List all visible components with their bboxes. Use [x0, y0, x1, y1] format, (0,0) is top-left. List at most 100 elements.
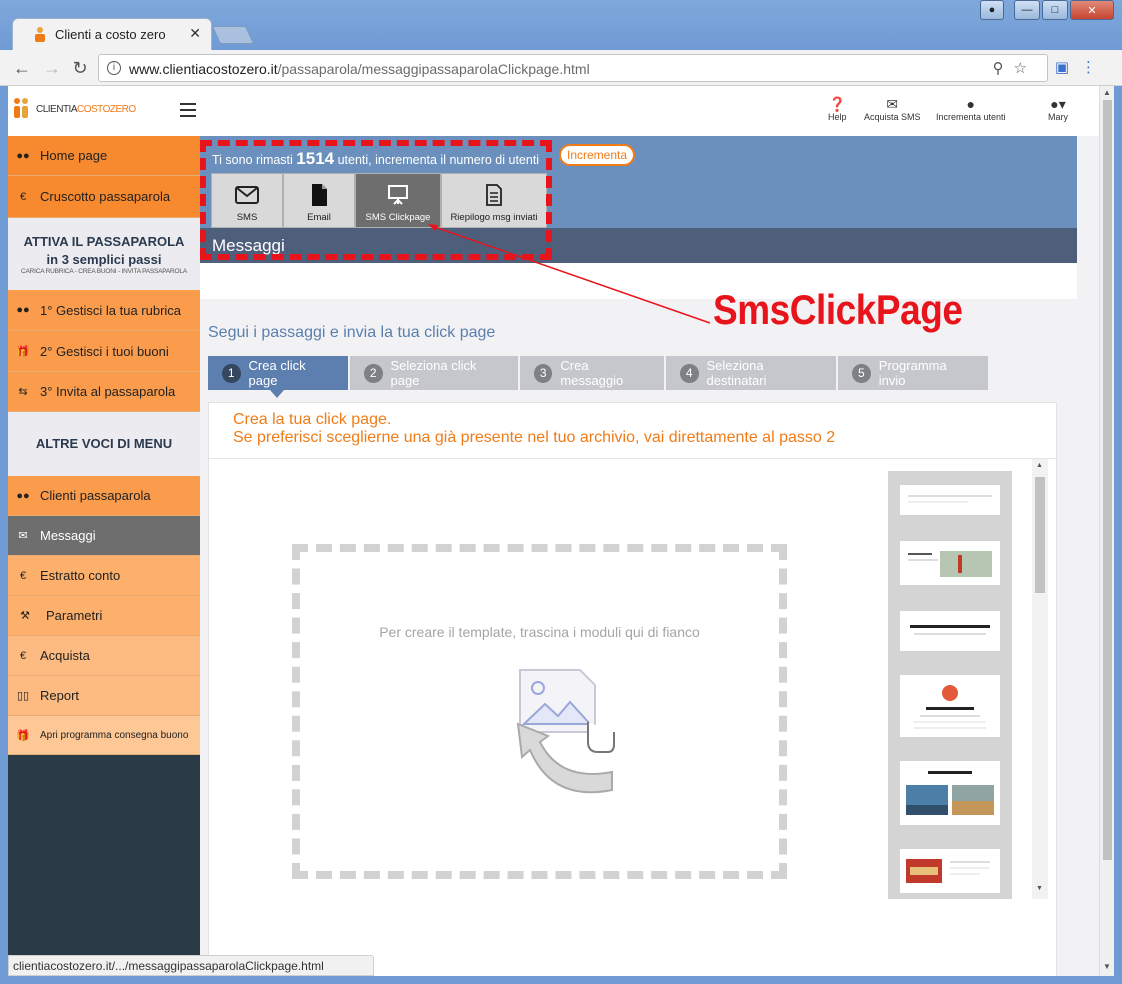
url-text: www.clientiacostozero.it/passaparola/mes…	[129, 61, 590, 77]
attiva-steps: CARICA RUBRICA - CREA BUONI - INVITA PAS…	[21, 268, 187, 275]
step-number: 2	[364, 363, 383, 383]
status-bar-url: clientiacostozero.it/.../messaggipassapa…	[8, 955, 374, 976]
back-icon[interactable]: ←	[12, 58, 32, 78]
info-icon[interactable]: i	[107, 61, 121, 75]
euro-icon: €	[19, 190, 27, 203]
sidebar: ●● Home page € Cruscotto passaparola ATTIV…	[8, 136, 200, 976]
wizard-steps: 1 Crea click page 2 Seleziona click page…	[208, 356, 990, 398]
logo[interactable]: CLIENTIACOSTOZERO	[12, 96, 136, 122]
altre-voci-block: ALTRE VOCI DI MENU	[8, 412, 200, 476]
users-icon: ●●	[16, 149, 30, 162]
maximize-icon[interactable]: □	[1042, 0, 1068, 20]
browser-titlebar: Clienti a costo zero ✕ ● — □ ✕	[0, 0, 1122, 50]
sidebar-item-invita[interactable]: ⇆ 3° Invita al passaparola	[8, 372, 200, 412]
step-label: Seleziona click page	[390, 358, 477, 388]
step-number: 4	[680, 363, 699, 383]
window-frame-bottom	[0, 976, 1122, 984]
sidebar-item-cruscotto[interactable]: € Cruscotto passaparola	[8, 176, 200, 218]
new-tab-button[interactable]	[211, 26, 255, 44]
sidebar-item-acquista[interactable]: € Acquista	[8, 636, 200, 676]
click-page-editor: Crea la tua click page. Se preferisci sc…	[208, 402, 1058, 976]
close-tab-icon[interactable]: ✕	[189, 25, 201, 42]
step-programma-invio[interactable]: 5 Programma invio	[838, 356, 988, 390]
template-thumbnail[interactable]	[900, 485, 1000, 515]
template-thumbnail[interactable]	[900, 541, 1000, 585]
gift-icon: 🎁	[16, 345, 30, 358]
sidebar-item-clienti[interactable]: ●● Clienti passaparola	[8, 476, 200, 516]
address-bar: ← → ↻ i www.clientiacostozero.it/passapa…	[0, 50, 1122, 86]
users-icon: ●●	[16, 489, 30, 502]
template-preview-icon	[908, 551, 992, 577]
attiva-passaparola-block: ATTIVA IL PASSAPAROLA in 3 semplici pass…	[8, 218, 200, 290]
gift-icon: 🎁	[16, 729, 30, 742]
template-thumbnail[interactable]	[900, 675, 1000, 737]
page-scroll-thumb[interactable]	[1103, 100, 1112, 860]
sidebar-item-parametri[interactable]: ⚒ Parametri	[8, 596, 200, 636]
template-thumbnail[interactable]	[900, 761, 1000, 825]
step-crea-messaggio[interactable]: 3 Crea messaggio	[520, 356, 664, 390]
sidebar-item-home[interactable]: ●● Home page	[8, 136, 200, 176]
sidebar-item-messaggi[interactable]: ✉ Messaggi	[8, 516, 200, 556]
browser-tab[interactable]: Clienti a costo zero ✕	[12, 18, 212, 50]
tab-title: Clienti a costo zero	[55, 27, 166, 42]
scroll-up-icon[interactable]: ▲	[1103, 88, 1111, 97]
editor-instructions: Crea la tua click page. Se preferisci sc…	[209, 403, 1058, 459]
step-seleziona-click-page[interactable]: 2 Seleziona click page	[350, 356, 518, 390]
menu-toggle-icon[interactable]	[180, 103, 196, 117]
scroll-up-icon[interactable]: ▲	[1036, 462, 1043, 469]
forward-icon[interactable]: →	[42, 58, 62, 78]
drag-image-icon	[516, 669, 615, 794]
attiva-subtitle: in 3 semplici passi	[46, 252, 162, 267]
template-thumbnail[interactable]	[900, 611, 1000, 651]
step-number: 3	[534, 363, 553, 383]
altre-voci-title: ALTRE VOCI DI MENU	[35, 436, 173, 451]
help-button[interactable]: ❓ Help	[828, 96, 847, 122]
scroll-down-icon[interactable]: ▼	[1036, 885, 1043, 892]
window-frame-right	[1114, 86, 1122, 984]
annotation-highlight-box	[200, 140, 552, 260]
user-dropdown-icon: ●▾	[1050, 96, 1066, 112]
close-window-icon[interactable]: ✕	[1070, 0, 1114, 20]
attiva-title: ATTIVA IL PASSAPAROLA	[23, 234, 185, 249]
logo-text: CLIENTIACOSTOZERO	[36, 103, 136, 115]
user-profile-icon[interactable]: ●	[980, 0, 1004, 20]
sidebar-item-estratto[interactable]: € Estratto conto	[8, 556, 200, 596]
user-menu[interactable]: ●▾ Mary	[1048, 96, 1068, 122]
reload-icon[interactable]: ↻	[70, 58, 90, 78]
envelope-icon: ✉	[886, 96, 899, 112]
extension-menu-icons[interactable]: ▣⋮	[1055, 58, 1108, 76]
sidebar-item-report[interactable]: ▯▯ Report	[8, 676, 200, 716]
instruction-line-2: Se preferisci sceglierne una già present…	[233, 429, 836, 446]
bar-chart-icon: ▯▯	[16, 690, 30, 702]
window-controls: ● — □ ✕	[980, 0, 1114, 22]
scroll-down-icon[interactable]: ▼	[1103, 962, 1111, 971]
thumbnails-scrollbar[interactable]: ▲ ▼	[1032, 459, 1048, 899]
sidebar-item-apri-programma[interactable]: 🎁 Apri programma consegna buono	[8, 716, 200, 755]
users-icon: ●●	[16, 304, 30, 316]
logo-icon	[14, 98, 28, 118]
sidebar-item-rubrica[interactable]: ●● 1° Gestisci la tua rubrica	[8, 290, 200, 331]
instruction-line-1: Crea la tua click page.	[233, 411, 392, 428]
incrementa-utenti-button[interactable]: ● Incrementa utenti	[936, 96, 1006, 122]
template-modules-list	[888, 471, 1012, 899]
step-label: Programma invio	[878, 358, 947, 388]
sidebar-item-buoni[interactable]: 🎁 2° Gestisci i tuoi buoni	[8, 331, 200, 372]
euro-icon: €	[19, 569, 27, 582]
page-scrollbar[interactable]: ▲ ▼	[1099, 86, 1114, 976]
minimize-icon[interactable]: —	[1014, 0, 1040, 20]
template-dropzone[interactable]: Per creare il template, trascina i modul…	[292, 544, 787, 879]
step-seleziona-destinatari[interactable]: 4 Seleziona destinatari	[666, 356, 836, 390]
template-thumbnail[interactable]	[900, 849, 1000, 893]
step-crea-click-page[interactable]: 1 Crea click page	[208, 356, 348, 398]
step-label: Seleziona destinatari	[706, 358, 767, 388]
template-preview-icon	[910, 625, 990, 635]
annotation-label: SmsClickPage	[713, 286, 963, 333]
acquista-sms-button[interactable]: ✉ Acquista SMS	[864, 96, 921, 122]
scroll-thumb[interactable]	[1035, 477, 1045, 593]
step-number: 5	[852, 363, 871, 383]
step-label: Crea click page	[248, 358, 306, 388]
zoom-bookmark-icons[interactable]: ⚲☆	[993, 59, 1037, 77]
step-number: 1	[222, 363, 241, 383]
url-input[interactable]: i www.clientiacostozero.it/passaparola/m…	[98, 54, 1048, 82]
incrementa-button[interactable]: Incrementa	[559, 144, 636, 166]
